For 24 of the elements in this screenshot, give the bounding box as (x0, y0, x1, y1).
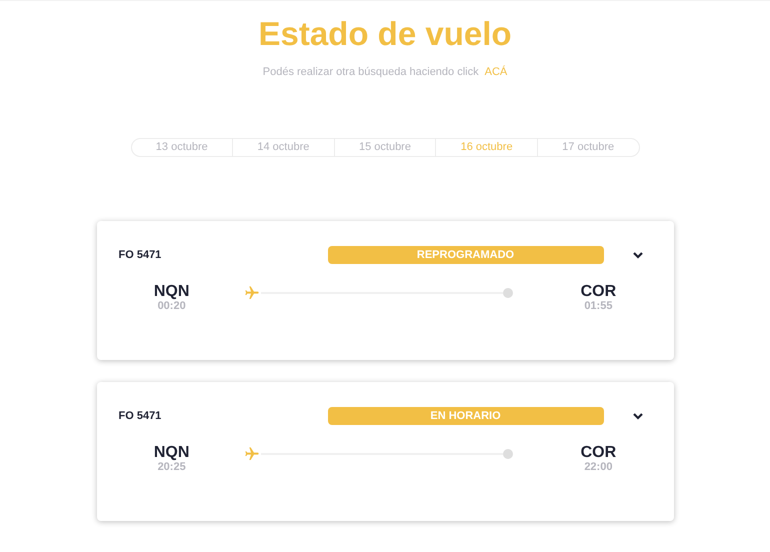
origin-code: NQN (154, 444, 190, 461)
date-tab[interactable]: 15 octubre (334, 138, 436, 156)
flight-number: FO 5471 (118, 408, 162, 424)
departure-time: 20:25 (158, 460, 186, 474)
date-tab[interactable]: 16 octubre (435, 138, 537, 156)
chevron-down-icon[interactable] (632, 410, 644, 421)
date-tab[interactable]: 14 octubre (232, 138, 334, 156)
chevron-down-icon[interactable] (632, 250, 644, 260)
airplane-icon (242, 284, 261, 301)
airplane-icon (242, 446, 261, 462)
arrival-time: 22:00 (584, 460, 612, 474)
departure-time: 00:20 (158, 300, 186, 314)
arrival-time: 01:55 (584, 300, 612, 314)
origin-code: NQN (154, 284, 190, 300)
search-again-link[interactable]: ACÁ (484, 64, 508, 81)
date-tab[interactable]: 13 octubre (132, 138, 232, 156)
subtitle-text: Podés realizar otra búsqueda haciendo click (262, 65, 479, 80)
date-tab[interactable]: 17 octubre (536, 138, 638, 156)
status-badge: REPROGRAMADO (328, 246, 604, 264)
destination-code: COR (580, 284, 616, 300)
status-badge: EN HORARIO (328, 406, 604, 425)
destination-code: COR (580, 444, 616, 461)
flight-number: FO 5471 (118, 248, 162, 262)
page-title: Estado de vuelo (258, 14, 512, 54)
